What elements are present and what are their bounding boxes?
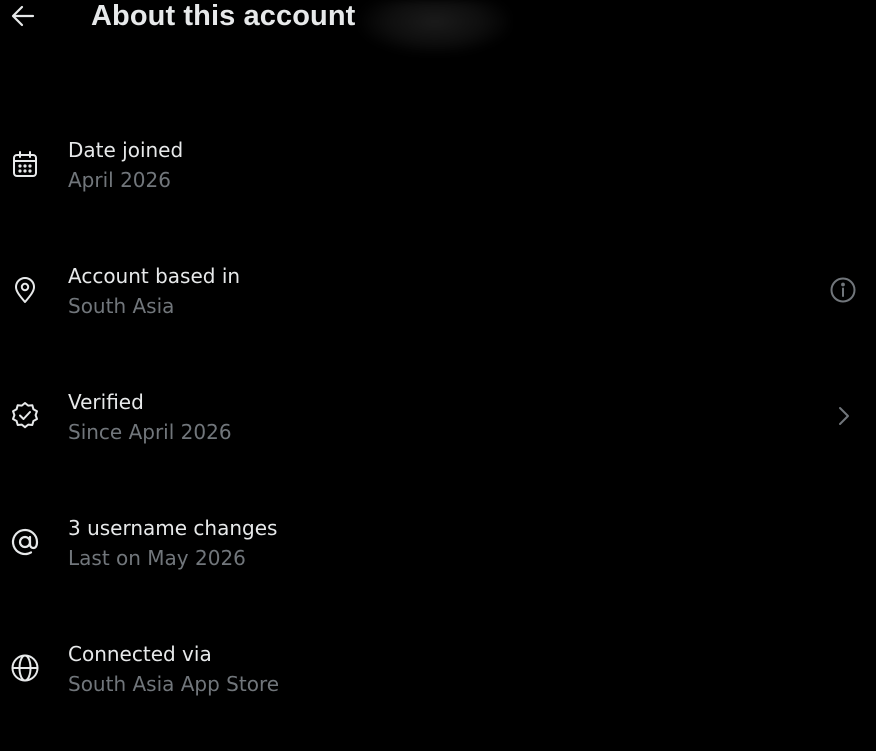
- row-label: Date joined: [68, 138, 184, 162]
- row-label: 3 username changes: [68, 516, 278, 540]
- verified-details-button[interactable]: [828, 401, 858, 431]
- chevron-right-icon: [831, 404, 855, 428]
- row-account-based-in: Account based in South Asia: [0, 262, 876, 342]
- row-label: Account based in: [68, 264, 241, 288]
- row-date-joined: Date joined April 2026: [0, 136, 876, 216]
- header: About this account: [0, 0, 876, 54]
- row-value: April 2026: [68, 168, 171, 192]
- row-value: South Asia App Store: [68, 672, 280, 696]
- row-text: Account based in South Asia: [68, 263, 240, 319]
- verified-badge-icon: [8, 399, 42, 433]
- calendar-icon: [8, 147, 42, 181]
- back-button[interactable]: [8, 0, 38, 30]
- arrow-left-icon: [10, 2, 36, 28]
- row-text: Connected via South Asia App Store: [68, 641, 279, 697]
- at-sign-icon: [8, 525, 42, 559]
- globe-icon: [8, 651, 42, 685]
- row-value: South Asia: [68, 294, 175, 318]
- row-text: Verified Since April 2026: [68, 389, 232, 445]
- info-button[interactable]: [828, 275, 858, 305]
- row-verified[interactable]: Verified Since April 2026: [0, 388, 876, 468]
- row-label: Connected via: [68, 642, 212, 666]
- location-pin-icon: [8, 273, 42, 307]
- row-label: Verified: [68, 390, 144, 414]
- blurred-region: [360, 0, 510, 54]
- row-text: 3 username changes Last on May 2026: [68, 515, 277, 571]
- row-connected-via: Connected via South Asia App Store: [0, 640, 876, 720]
- about-account-page: About this account Date joined April 202…: [0, 0, 876, 751]
- row-username-changes: 3 username changes Last on May 2026: [0, 514, 876, 594]
- page-title: About this account: [91, 0, 356, 32]
- row-text: Date joined April 2026: [68, 137, 183, 193]
- row-value: Since April 2026: [68, 420, 232, 444]
- info-icon: [829, 276, 857, 304]
- row-value: Last on May 2026: [68, 546, 246, 570]
